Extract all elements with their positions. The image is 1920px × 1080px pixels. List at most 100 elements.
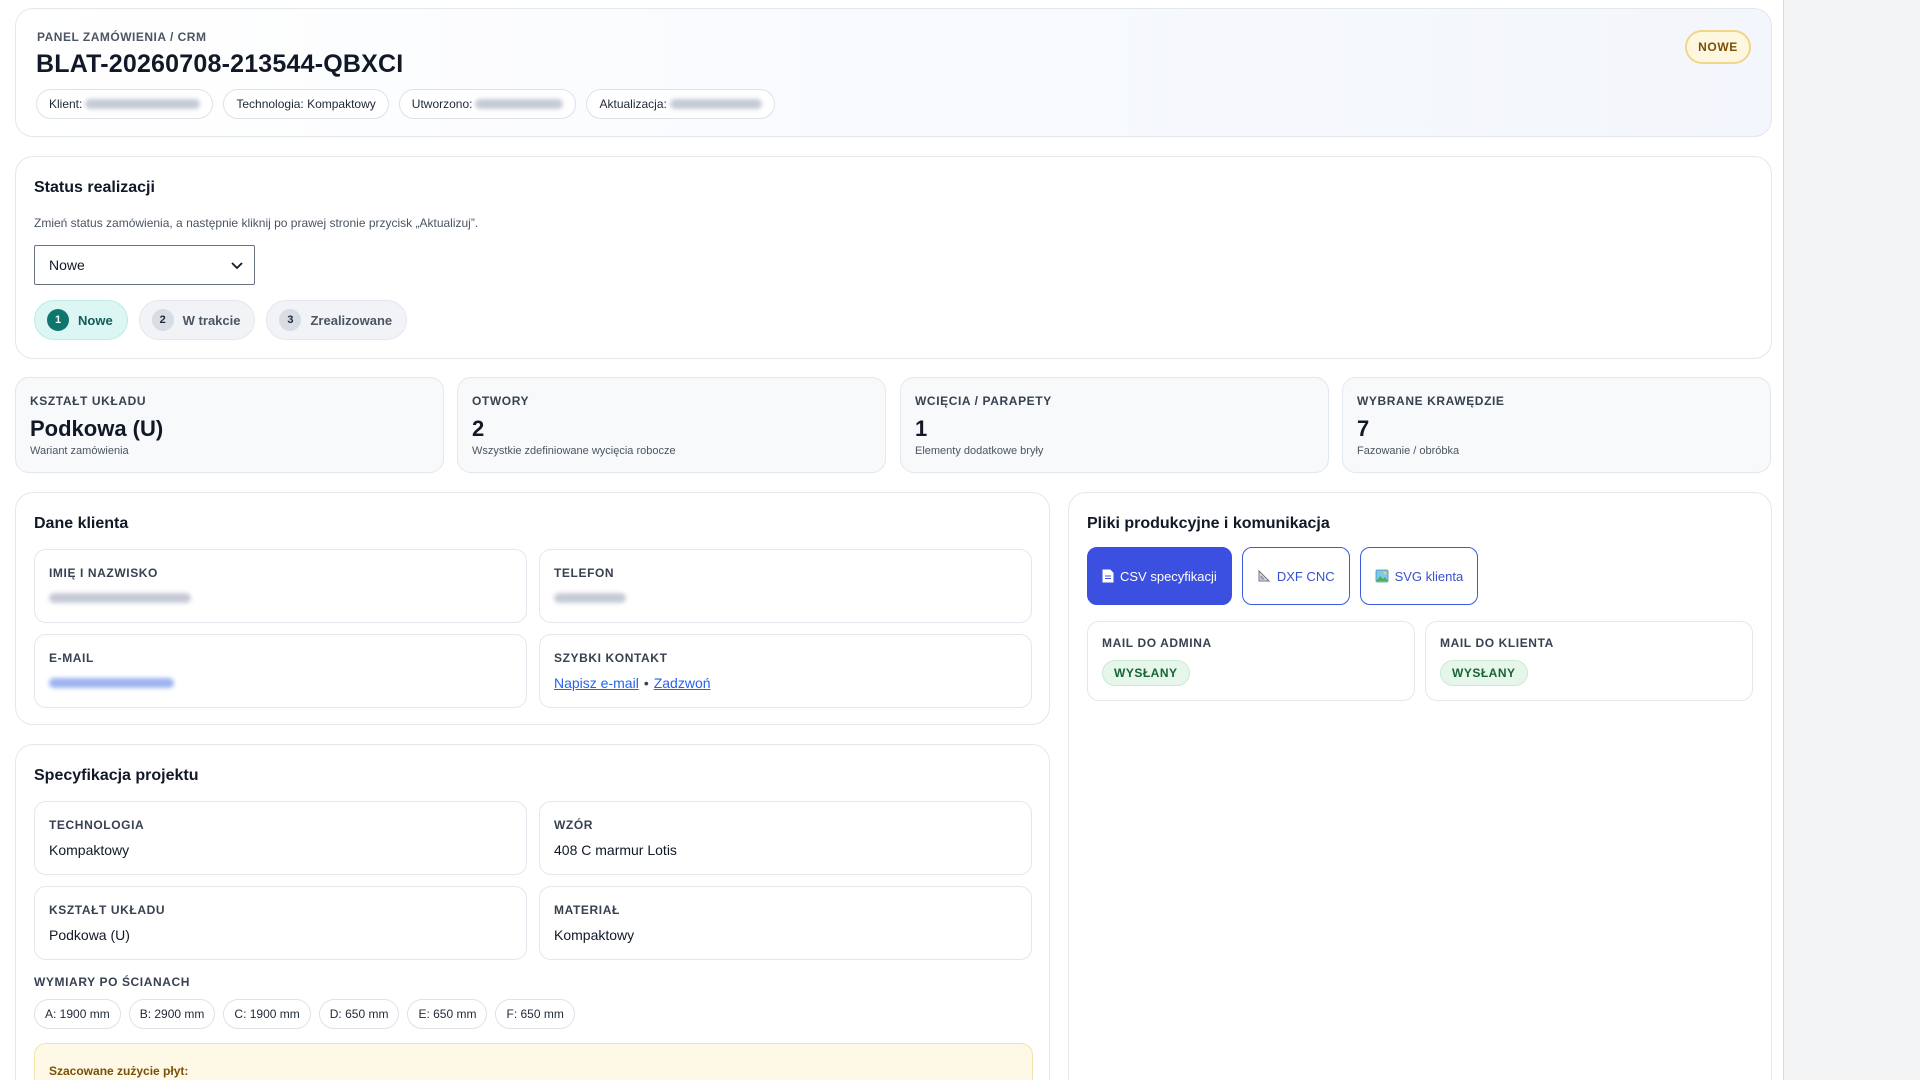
created-date-redacted (475, 99, 564, 109)
client-phone-field: TELEFON (539, 549, 1032, 623)
files-card: Pliki produkcyjne i komunikacja CSV spec… (1068, 492, 1772, 1080)
field-label: MATERIAŁ (554, 903, 620, 917)
client-card: Dane klienta IMIĘ I NAZWISKO TELEFON E-M… (15, 492, 1050, 725)
status-step-in-progress[interactable]: 2 W trakcie (138, 300, 256, 340)
separator: • (643, 675, 649, 691)
status-badge: NOWE (1685, 30, 1751, 64)
dimension-chip: D: 650 mm (318, 999, 400, 1029)
stat-label: WCIĘCIA / PARAPETY (915, 394, 1052, 408)
field-label: WZÓR (554, 818, 594, 832)
stat-subtext: Wariant zamówienia (30, 445, 129, 457)
client-name-redacted (85, 99, 201, 109)
field-label: TECHNOLOGIA (49, 818, 145, 832)
spec-material-field: MATERIAŁ Kompaktowy (539, 886, 1032, 960)
spec-shape-field: KSZTAŁT UKŁADU Podkowa (U) (34, 886, 527, 960)
spec-technology-field: TECHNOLOGIA Kompaktowy (34, 801, 527, 875)
dimension-chip: C: 1900 mm (223, 999, 311, 1029)
updated-chip: Aktualizacja: (586, 89, 775, 119)
mail-admin-label: MAIL DO ADMINA (1102, 636, 1212, 650)
stat-value: 7 (1357, 416, 1370, 441)
field-value-redacted (554, 590, 626, 606)
mail-client-status-badge: WYSŁANY (1440, 660, 1528, 686)
mail-client-box: MAIL DO KLIENTA WYSŁANY (1425, 621, 1753, 701)
triangle-ruler-icon (1258, 569, 1271, 582)
field-label: SZYBKI KONTAKT (554, 651, 668, 665)
files-title: Pliki produkcyjne i komunikacja (1087, 515, 1330, 532)
breadcrumb: PANEL ZAMÓWIENIA / CRM (37, 30, 207, 44)
status-card: Status realizacji Zmień status zamówieni… (15, 156, 1772, 359)
stat-layout-shape: KSZTAŁT UKŁADU Podkowa (U) Wariant zamów… (15, 377, 444, 473)
status-step-number: 2 (151, 309, 174, 331)
svg-client-label: SVG klienta (1394, 568, 1464, 584)
stat-label: WYBRANE KRAWĘDZIE (1357, 394, 1505, 408)
field-value: Kompaktowy (554, 927, 635, 943)
quick-contact-field: SZYBKI KONTAKT Napisz e-mail • Zadzwoń (539, 634, 1032, 708)
technology-chip-label: Technologia: Kompaktowy (236, 97, 376, 111)
created-chip: Utworzono: (398, 89, 577, 119)
field-value: Podkowa (U) (49, 927, 130, 943)
stat-cutouts: WCIĘCIA / PARAPETY 1 Elementy dodatkowe … (900, 377, 1329, 473)
call-link[interactable]: Zadzwoń (654, 675, 711, 691)
dxf-cnc-button[interactable]: DXF CNC (1241, 547, 1350, 605)
field-value: Kompaktowy (49, 842, 130, 858)
order-meta-chips: Klient: Technologia: Kompaktowy Utworzon… (36, 89, 775, 119)
dimension-chip: A: 1900 mm (34, 999, 121, 1029)
status-step-number: 3 (279, 309, 302, 331)
dimension-chip: B: 2900 mm (128, 999, 216, 1029)
mail-client-label: MAIL DO KLIENTA (1440, 636, 1554, 650)
status-step-label: Nowe (78, 312, 113, 328)
dxf-cnc-label: DXF CNC (1276, 568, 1335, 584)
created-chip-label: Utworzono: (411, 97, 473, 111)
spec-card: Specyfikacja projektu TECHNOLOGIA Kompak… (15, 744, 1050, 1080)
client-chip-label: Klient: (49, 97, 83, 111)
stat-subtext: Elementy dodatkowe bryły (915, 445, 1044, 457)
dimensions-list: A: 1900 mm B: 2900 mm C: 1900 mm D: 650 … (34, 999, 575, 1029)
email-link-redacted[interactable] (49, 675, 174, 691)
status-hint: Zmień status zamówienia, a następnie kli… (34, 216, 479, 230)
stat-label: KSZTAŁT UKŁADU (30, 394, 147, 408)
quick-contact-links: Napisz e-mail • Zadzwoń (554, 675, 711, 691)
stat-value: 2 (472, 416, 485, 441)
field-label: TELEFON (554, 566, 615, 580)
order-panel-page: PANEL ZAMÓWIENIA / CRM BLAT-20260708-213… (0, 0, 1784, 1080)
stat-subtext: Wszystkie zdefiniowane wycięcia robocze (472, 445, 676, 457)
technology-chip: Technologia: Kompaktowy (223, 89, 389, 119)
stat-subtext: Fazowanie / obróbka (1357, 445, 1460, 457)
mail-admin-box: MAIL DO ADMINA WYSŁANY (1087, 621, 1415, 701)
order-header-card: PANEL ZAMÓWIENIA / CRM BLAT-20260708-213… (15, 8, 1772, 137)
stat-value: 1 (915, 416, 928, 441)
stat-label: OTWORY (472, 394, 530, 408)
client-name-field: IMIĘ I NAZWISKO (34, 549, 527, 623)
status-select[interactable]: Nowe (34, 245, 255, 285)
updated-chip-label: Aktualizacja: (599, 97, 667, 111)
file-buttons: CSV specyfikacji DXF CNC SVG klienta (1087, 547, 1479, 605)
stat-holes: OTWORY 2 Wszystkie zdefiniowane wycięcia… (457, 377, 886, 473)
status-step-label: W trakcie (182, 312, 241, 328)
status-step-done[interactable]: 3 Zrealizowane (266, 300, 408, 340)
status-steps: 1 Nowe 2 W trakcie 3 Zrealizowane (34, 300, 408, 340)
field-value-redacted (49, 590, 191, 606)
dimension-chip: E: 650 mm (407, 999, 488, 1029)
svg-client-button[interactable]: SVG klienta (1359, 547, 1479, 605)
client-email-field: E-MAIL (34, 634, 527, 708)
csv-spec-button[interactable]: CSV specyfikacji (1087, 547, 1232, 605)
updated-date-redacted (669, 99, 762, 109)
status-step-new[interactable]: 1 Nowe (34, 300, 128, 340)
field-label: IMIĘ I NAZWISKO (49, 566, 158, 580)
document-icon (1102, 569, 1114, 583)
field-label: KSZTAŁT UKŁADU (49, 903, 166, 917)
client-title: Dane klienta (34, 515, 129, 532)
board-usage-title: Szacowane zużycie płyt: (49, 1064, 189, 1078)
dimension-chip: F: 650 mm (495, 999, 575, 1029)
csv-spec-label: CSV specyfikacji (1120, 568, 1217, 584)
stat-value: Podkowa (U) (30, 416, 164, 441)
client-chip: Klient: (36, 89, 214, 119)
status-step-number: 1 (47, 309, 69, 331)
write-email-link[interactable]: Napisz e-mail (554, 675, 639, 691)
status-select-value: Nowe (49, 257, 85, 273)
mail-admin-status-badge: WYSŁANY (1102, 660, 1190, 686)
dimensions-label: WYMIARY PO ŚCIANACH (34, 975, 191, 989)
status-step-label: Zrealizowane (310, 312, 393, 328)
board-usage-note: Szacowane zużycie płyt: (34, 1043, 1033, 1080)
field-label: E-MAIL (49, 651, 94, 665)
